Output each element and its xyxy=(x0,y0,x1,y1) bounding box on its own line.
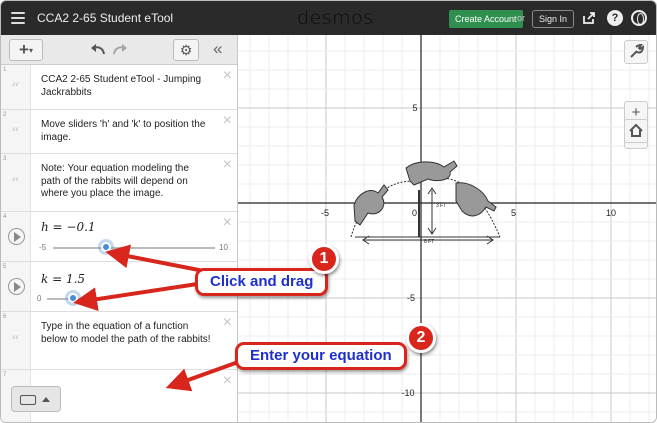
slider-k-min[interactable]: 0 xyxy=(37,294,41,303)
redo-icon[interactable] xyxy=(111,42,129,58)
delete-icon[interactable]: × xyxy=(223,157,232,173)
globe-icon[interactable] xyxy=(631,10,647,26)
expression-row-note[interactable]: 2 “ Move sliders 'h' and 'k' to position … xyxy=(1,110,237,154)
callout-enter-equation: Enter your equation xyxy=(235,342,407,370)
note-text[interactable]: Note: Your equation modeling the path of… xyxy=(41,163,211,201)
desmos-app: CCA2 2-65 Student eTool desmos Create Ac… xyxy=(0,0,657,423)
width-label: 8 FT xyxy=(424,239,434,245)
collapse-panel-icon[interactable]: « xyxy=(213,39,222,59)
undo-icon[interactable] xyxy=(89,42,107,58)
slider-h-max[interactable]: 10 xyxy=(219,243,228,252)
callout-badge-2: 2 xyxy=(406,323,436,353)
expression-row-note[interactable]: 3 “ Note: Your equation modeling the path… xyxy=(1,154,237,212)
or-text: or xyxy=(517,13,526,23)
expression-toolbar: +▾ ⚙ « xyxy=(1,35,237,65)
delete-icon[interactable]: × xyxy=(223,373,232,389)
slider-h-track[interactable] xyxy=(53,247,215,249)
share-icon[interactable] xyxy=(581,10,597,26)
expression-number: 7 xyxy=(3,372,7,378)
expression-number: 5 xyxy=(3,264,7,270)
gear-icon[interactable]: ⚙ xyxy=(173,39,199,61)
note-quote-icon: “ xyxy=(11,174,20,193)
note-text[interactable]: Type in the equation of a function below… xyxy=(41,321,211,346)
slider-h-min[interactable]: -5 xyxy=(39,243,46,252)
help-icon[interactable]: ? xyxy=(607,10,623,26)
callout-badge-1: 1 xyxy=(309,244,339,274)
expression-number: 4 xyxy=(3,214,7,220)
top-bar: CCA2 2-65 Student eTool desmos Create Ac… xyxy=(1,1,656,35)
note-quote-icon: “ xyxy=(11,79,20,98)
note-text[interactable]: CCA2 2-65 Student eTool - Jumping Jackra… xyxy=(41,74,211,99)
expression-number: 6 xyxy=(3,314,7,320)
expression-row-note[interactable]: 6 “ Type in the equation of a function be… xyxy=(1,312,237,370)
hamburger-icon[interactable] xyxy=(11,12,25,24)
note-quote-icon: “ xyxy=(11,124,20,143)
add-item-button[interactable]: +▾ xyxy=(9,39,43,61)
slider-k-expression[interactable]: k = 1.5 xyxy=(41,272,85,286)
slider-h-thumb[interactable] xyxy=(101,242,111,252)
play-icon[interactable] xyxy=(8,228,25,245)
height-label: 3 FT xyxy=(436,203,446,209)
delete-icon[interactable]: × xyxy=(223,113,232,129)
chevron-down-icon: ▾ xyxy=(28,46,33,56)
keyboard-toggle-button[interactable] xyxy=(11,386,61,412)
note-quote-icon: “ xyxy=(11,332,20,351)
chevron-up-icon xyxy=(42,397,50,402)
expression-number: 1 xyxy=(3,67,7,73)
expression-row-note[interactable]: 1 “ CCA2 2-65 Student eTool - Jumping Jac… xyxy=(1,65,237,110)
expression-number: 2 xyxy=(3,112,7,118)
home-icon[interactable] xyxy=(624,119,648,143)
expression-panel: +▾ ⚙ « 1 “ CCA2 2-65 Student eTool - Jump… xyxy=(1,35,238,422)
callout-click-and-drag: Click and drag xyxy=(195,268,329,296)
slider-k-thumb[interactable] xyxy=(68,293,78,303)
play-icon[interactable] xyxy=(8,278,25,295)
create-account-button[interactable]: Create Account xyxy=(449,10,523,28)
sign-in-button[interactable]: Sign In xyxy=(532,10,575,28)
expression-number: 3 xyxy=(3,156,7,162)
slider-h-expression[interactable]: h = −0.1 xyxy=(41,220,96,234)
graph-title[interactable]: CCA2 2-65 Student eTool xyxy=(37,11,173,25)
delete-icon[interactable]: × xyxy=(223,68,232,84)
note-text[interactable]: Move sliders 'h' and 'k' to position the… xyxy=(41,119,211,144)
delete-icon[interactable]: × xyxy=(223,215,232,231)
delete-icon[interactable]: × xyxy=(223,315,232,331)
plus-icon: + xyxy=(19,40,29,59)
brand-logo: desmos xyxy=(297,7,374,29)
keyboard-icon xyxy=(20,395,36,405)
expression-row-slider-h[interactable]: 4 h = −0.1 -5 10 × xyxy=(1,212,237,262)
wrench-icon[interactable] xyxy=(624,40,648,64)
